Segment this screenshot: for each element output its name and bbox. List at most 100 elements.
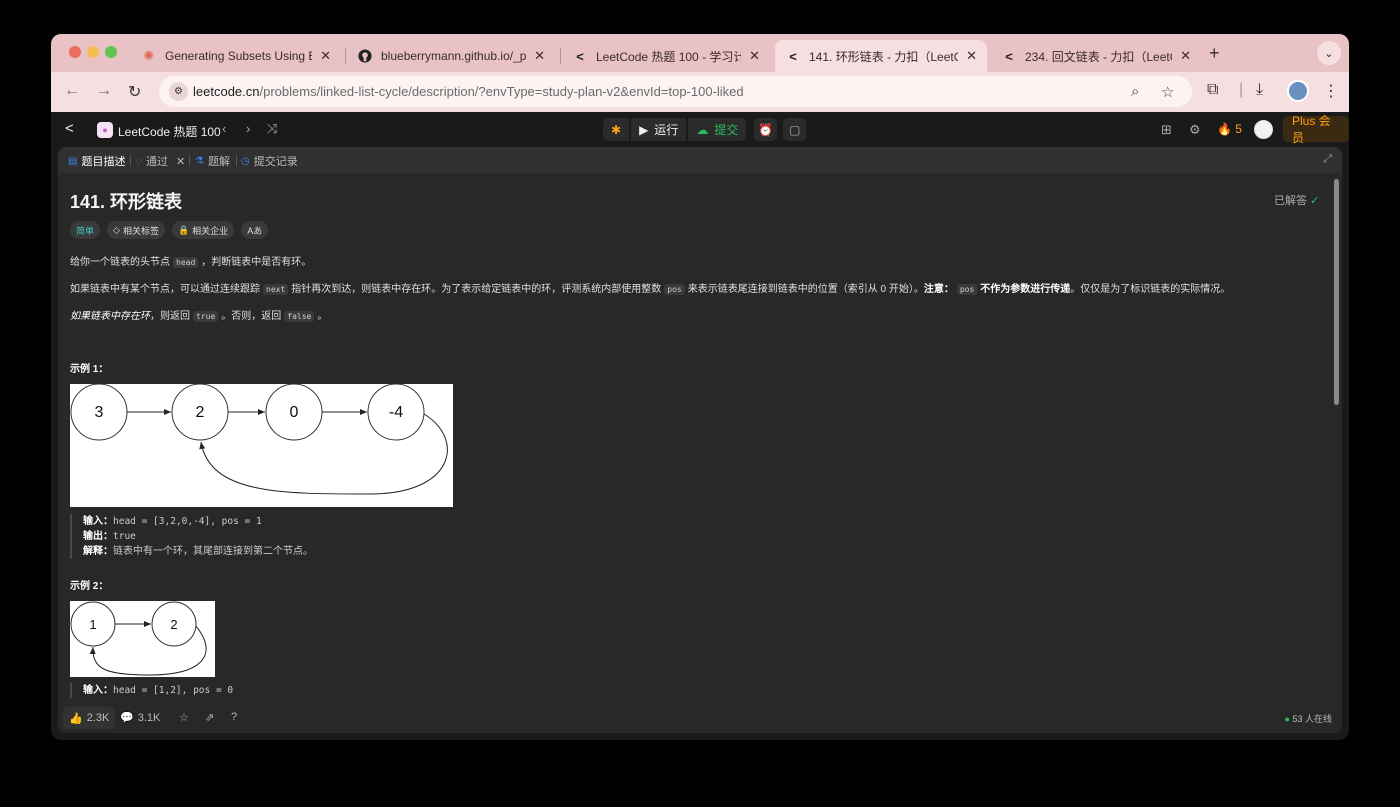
linked-list-diagram-1: 3 2 0 -4 [70,384,448,495]
close-tab-icon[interactable]: ✕ [534,48,545,64]
close-tab-icon[interactable]: ✕ [320,48,331,64]
problem-content: 141. 环形链表 已解答 ✓ 简单 ◇ 相关标签 🔒 相关企业 Aあ 给你一个链表… [58,173,1328,703]
description-paragraph-3: 如果链表中存在环，则返回 true 。否则，返回 false。 [70,311,328,322]
close-tab-icon[interactable]: ✕ [1180,48,1191,64]
tab-submissions[interactable]: ◷ 提交记录 [241,153,298,169]
github-icon [357,48,373,64]
forward-button[interactable]: → [96,82,112,100]
lock-icon: 🔒 [177,224,190,235]
leetcode-icon: < [1005,48,1013,64]
user-avatar[interactable] [1254,120,1273,139]
problem-title: 141. 环形链表 [70,192,183,212]
browser-tab-active[interactable]: < 141. 环形链表 - 力扣（LeetCode ✕ [775,40,987,72]
streak-counter[interactable]: 🔥 5 [1217,122,1242,136]
example-2-diagram: 1 2 [70,601,215,677]
reload-button[interactable]: ↻ [128,82,141,102]
leetcode-logo-icon[interactable]: < [65,120,74,137]
example-2-title: 示例 2： [70,581,109,592]
example-1-diagram: 3 2 0 -4 [70,384,453,507]
example-2-io: 输入：head = [1,2], pos = 0 [70,683,233,698]
zoom-icon[interactable]: ⌕ [1131,83,1139,100]
layout-icon[interactable]: ⊞ [1161,122,1172,138]
tab-search-button[interactable]: ⌄ [1317,41,1341,65]
close-tab-icon[interactable]: ✕ [966,48,977,64]
leetcode-icon: < [789,48,797,64]
run-button[interactable]: ▶ 运行 [631,118,687,141]
expand-icon[interactable]: ⤢ [1323,153,1332,166]
flask-icon: ⚗ [195,155,204,167]
minimize-window-button[interactable] [87,46,99,58]
companies-button[interactable]: 🔒 相关企业 [171,221,235,239]
shuffle-icon[interactable]: ⤨ [267,121,277,137]
document-icon: ▤ [68,155,78,167]
browser-tab[interactable]: < 234. 回文链表 - 力扣（LeetCo ✕ [991,40,1201,72]
tab-separator [560,48,561,64]
tab-separator [345,48,346,64]
node-value: -4 [389,404,403,421]
node-value: 2 [170,617,177,632]
chevron-down-icon: ⌄ [1324,47,1334,60]
tag-icon: ◇ [113,224,120,235]
share-button[interactable]: ⇗ [205,711,214,724]
loading-icon: ◌ [136,155,142,167]
translate-button[interactable]: Aあ [241,221,269,239]
toolbar-divider: | [1239,81,1244,98]
browser-toolbar: ← → ↻ ⚙ leetcode.cn/problems/linked-list… [51,72,1349,112]
tab-strip: ✺ Generating Subsets Using Bit ✕ blueber… [51,34,1349,72]
notes-button[interactable]: ▢ [783,118,807,141]
submit-button[interactable]: ☁ 提交 [688,118,747,141]
star-icon: ☆ [179,712,189,724]
url-text[interactable]: leetcode.cn/problems/linked-list-cycle/d… [193,84,744,99]
download-icon[interactable]: ⤓ [1256,81,1263,99]
linked-list-diagram-2: 1 2 [70,601,207,676]
extensions-icon[interactable]: ⧉ [1207,81,1218,99]
close-tab-icon[interactable]: ✕ [749,48,760,64]
fire-icon: 🔥 [1217,122,1232,136]
prev-question-icon[interactable]: ‹ [222,121,226,136]
browser-tab[interactable]: ✺ Generating Subsets Using Bit ✕ [131,40,341,72]
debug-button[interactable]: ✱ [603,118,630,141]
sun-icon: ✺ [143,48,155,63]
leetcode-header: < ● LeetCode 热题 100 ‹ › ⤨ ✱ ▶ 运行 ☁ 提交 ⏰ ▢ … [51,112,1349,147]
node-value: 1 [89,617,96,632]
comments-button[interactable]: 💬 3.1K [120,711,160,725]
profile-avatar[interactable] [1287,80,1309,102]
plus-membership-button[interactable]: Plus 会员 [1283,114,1349,145]
study-plan-title[interactable]: LeetCode 热题 100 [118,123,221,140]
description-paragraph-2: 如果链表中有某个节点，可以通过连续跟踪 next 指针再次到达，则链表中存在环。为了… [70,284,1231,295]
example-1-io: 输入：head = [3,2,0,-4], pos = 1 输出：true 解释… [70,514,313,559]
leetcode-icon: < [576,48,584,64]
close-window-button[interactable] [69,46,81,58]
run-submit-group: ✱ ▶ 运行 ☁ 提交 ⏰ ▢ [603,118,807,141]
tab-pass[interactable]: ◌ 通过 ✕ [136,153,185,169]
like-button[interactable]: 👍 2.3K [63,707,116,729]
browser-tab[interactable]: blueberrymann.github.io/_po ✕ [347,40,555,72]
content-scrollbar[interactable] [1334,179,1339,405]
study-plan-icon: ● [97,122,113,138]
fullscreen-window-button[interactable] [105,46,117,58]
site-settings-icon[interactable]: ⚙ [169,82,188,101]
back-button[interactable]: ← [64,82,80,100]
help-button[interactable]: ? [231,711,237,723]
tab-description[interactable]: ▤ 题目描述 [68,153,125,169]
related-tags-button[interactable]: ◇ 相关标签 [107,221,165,239]
settings-gear-icon[interactable]: ⚙ [1189,122,1201,138]
check-circle-icon: ✓ [1310,195,1320,207]
address-bar[interactable]: ⚙ leetcode.cn/problems/linked-list-cycle… [159,76,1192,107]
tab-solutions[interactable]: ⚗ 题解 [195,153,230,169]
thumbs-up-icon: 👍 [69,712,83,725]
next-question-icon[interactable]: › [246,121,250,136]
bug-icon: ✱ [611,122,622,137]
favorite-button[interactable]: ☆ [179,711,189,724]
problem-tags: 简单 ◇ 相关标签 🔒 相关企业 Aあ [70,221,269,239]
timer-button[interactable]: ⏰ [754,118,778,141]
browser-tab[interactable]: < LeetCode 热题 100 - 学习计划 ✕ [562,40,770,72]
history-icon: ◷ [241,155,250,167]
more-menu-icon[interactable]: ⋮ [1323,81,1339,101]
bookmark-star-icon[interactable]: ☆ [1161,83,1174,101]
alarm-icon: ⏰ [758,122,774,137]
close-tab-icon[interactable]: ✕ [176,155,185,168]
node-value: 3 [95,404,104,421]
new-tab-button[interactable]: + [1209,43,1220,64]
description-panel: ▤ 题目描述 ◌ 通过 ✕ ⚗ 题解 ◷ 提交记录 ⤢ 141. 环形链表 已解答 ✓ 简… [58,147,1342,733]
